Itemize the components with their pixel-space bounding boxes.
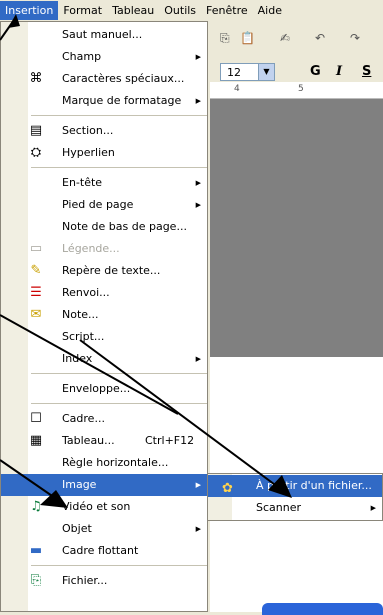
submenu-item-from-file[interactable]: ✿ À partir d'un fichier...: [208, 475, 382, 497]
menu-item-cadre[interactable]: ☐ Cadre...: [1, 408, 207, 430]
menu-item-enveloppe[interactable]: Enveloppe...: [1, 378, 207, 400]
submenu-arrow-icon: ▶: [195, 201, 201, 209]
menu-separator: [31, 167, 207, 168]
menu-item-fichier[interactable]: ⎘ Fichier...: [1, 570, 207, 592]
menu-item-section[interactable]: ▤ Section...: [1, 120, 207, 142]
copy-icon[interactable]: ⎘: [220, 31, 230, 46]
menu-fenetre[interactable]: Fenêtre: [201, 1, 253, 20]
menu-item-objet[interactable]: Objet ▶: [1, 518, 207, 540]
font-size-select[interactable]: 12 ▼: [220, 63, 275, 81]
submenu-arrow-icon: ▶: [195, 355, 201, 363]
menu-item-tableau[interactable]: ▦ Tableau... Ctrl+F12: [1, 430, 207, 452]
submenu-arrow-icon: ▶: [195, 481, 201, 489]
menu-item-caracteres-speciaux[interactable]: ⌘ Caractères spéciaux...: [1, 68, 207, 90]
menu-item-index[interactable]: Index ▶: [1, 348, 207, 370]
menu-aide[interactable]: Aide: [253, 1, 287, 20]
menu-item-note-bas-page[interactable]: Note de bas de page...: [1, 216, 207, 238]
frame-icon: ☐: [30, 411, 42, 426]
cross-reference-icon: ☰: [30, 285, 42, 300]
menu-item-note[interactable]: ✉ Note...: [1, 304, 207, 326]
italic-button[interactable]: I: [336, 64, 342, 79]
video-sound-icon: ♫: [30, 499, 42, 514]
menu-item-script[interactable]: Script...: [1, 326, 207, 348]
submenu-arrow-icon: ▶: [195, 179, 201, 187]
taskbar-button[interactable]: [262, 603, 383, 615]
menu-item-en-tete[interactable]: En-tête ▶: [1, 172, 207, 194]
section-icon: ▤: [29, 123, 43, 138]
menu-separator: [31, 565, 207, 566]
menu-item-video-son[interactable]: ♫ Vidéo et son: [1, 496, 207, 518]
menu-item-repere-texte[interactable]: ✎ Repère de texte...: [1, 260, 207, 282]
horizontal-ruler: 4 5: [210, 82, 383, 99]
document-background: [210, 99, 383, 357]
floating-frame-icon: ▬: [29, 543, 43, 558]
menu-outils[interactable]: Outils: [159, 1, 201, 20]
caption-icon: ▭: [29, 241, 43, 256]
menu-tableau[interactable]: Tableau: [107, 1, 159, 20]
file-insert-icon: ⎘: [30, 573, 42, 588]
menu-item-marque-formatage[interactable]: Marque de formatage ▶: [1, 90, 207, 112]
bold-button[interactable]: G: [310, 64, 321, 79]
bookmark-icon: ✎: [30, 263, 42, 278]
undo-icon[interactable]: ↶: [315, 31, 325, 45]
menu-item-image[interactable]: Image ▶: [1, 474, 207, 496]
hyperlink-icon: ⛭: [30, 145, 42, 160]
menu-separator: [31, 373, 207, 374]
menu-item-pied-de-page[interactable]: Pied de page ▶: [1, 194, 207, 216]
submenu-item-scanner[interactable]: Scanner ▶: [208, 497, 382, 519]
menu-item-legende[interactable]: ▭ Légende...: [1, 238, 207, 260]
menu-item-regle-horizontale[interactable]: Règle horizontale...: [1, 452, 207, 474]
image-submenu: ✿ À partir d'un fichier... Scanner ▶: [207, 473, 383, 521]
note-icon: ✉: [30, 307, 42, 322]
menu-item-hyperlien[interactable]: ⛭ Hyperlien: [1, 142, 207, 164]
submenu-arrow-icon: ▶: [195, 97, 201, 105]
submenu-arrow-icon: ▶: [195, 53, 201, 61]
underline-button[interactable]: S: [362, 64, 371, 79]
table-icon: ▦: [29, 433, 43, 448]
menu-item-renvoi[interactable]: ☰ Renvoi...: [1, 282, 207, 304]
special-characters-icon: ⌘: [29, 71, 43, 86]
menu-item-cadre-flottant[interactable]: ▬ Cadre flottant: [1, 540, 207, 562]
menu-item-saut-manuel[interactable]: Saut manuel...: [1, 24, 207, 46]
submenu-arrow-icon: ▶: [370, 504, 376, 512]
chevron-down-icon[interactable]: ▼: [258, 64, 274, 80]
standard-toolbar: ⎘ 📋 ✍ ↶ ↷: [200, 21, 383, 61]
menu-bar: Insertion Format Tableau Outils Fenêtre …: [0, 0, 383, 22]
menu-separator: [31, 115, 207, 116]
menu-insertion[interactable]: Insertion: [0, 1, 59, 20]
paste-icon[interactable]: 📋: [240, 31, 255, 45]
insertion-menu: Saut manuel... Champ ▶ ⌘ Caractères spécia…: [0, 21, 208, 612]
menu-separator: [31, 403, 207, 404]
menu-format[interactable]: Format: [58, 1, 107, 20]
menu-item-champ[interactable]: Champ ▶: [1, 46, 207, 68]
submenu-arrow-icon: ▶: [195, 525, 201, 533]
redo-icon[interactable]: ↷: [350, 31, 360, 45]
format-paintbrush-icon[interactable]: ✍: [280, 31, 290, 45]
